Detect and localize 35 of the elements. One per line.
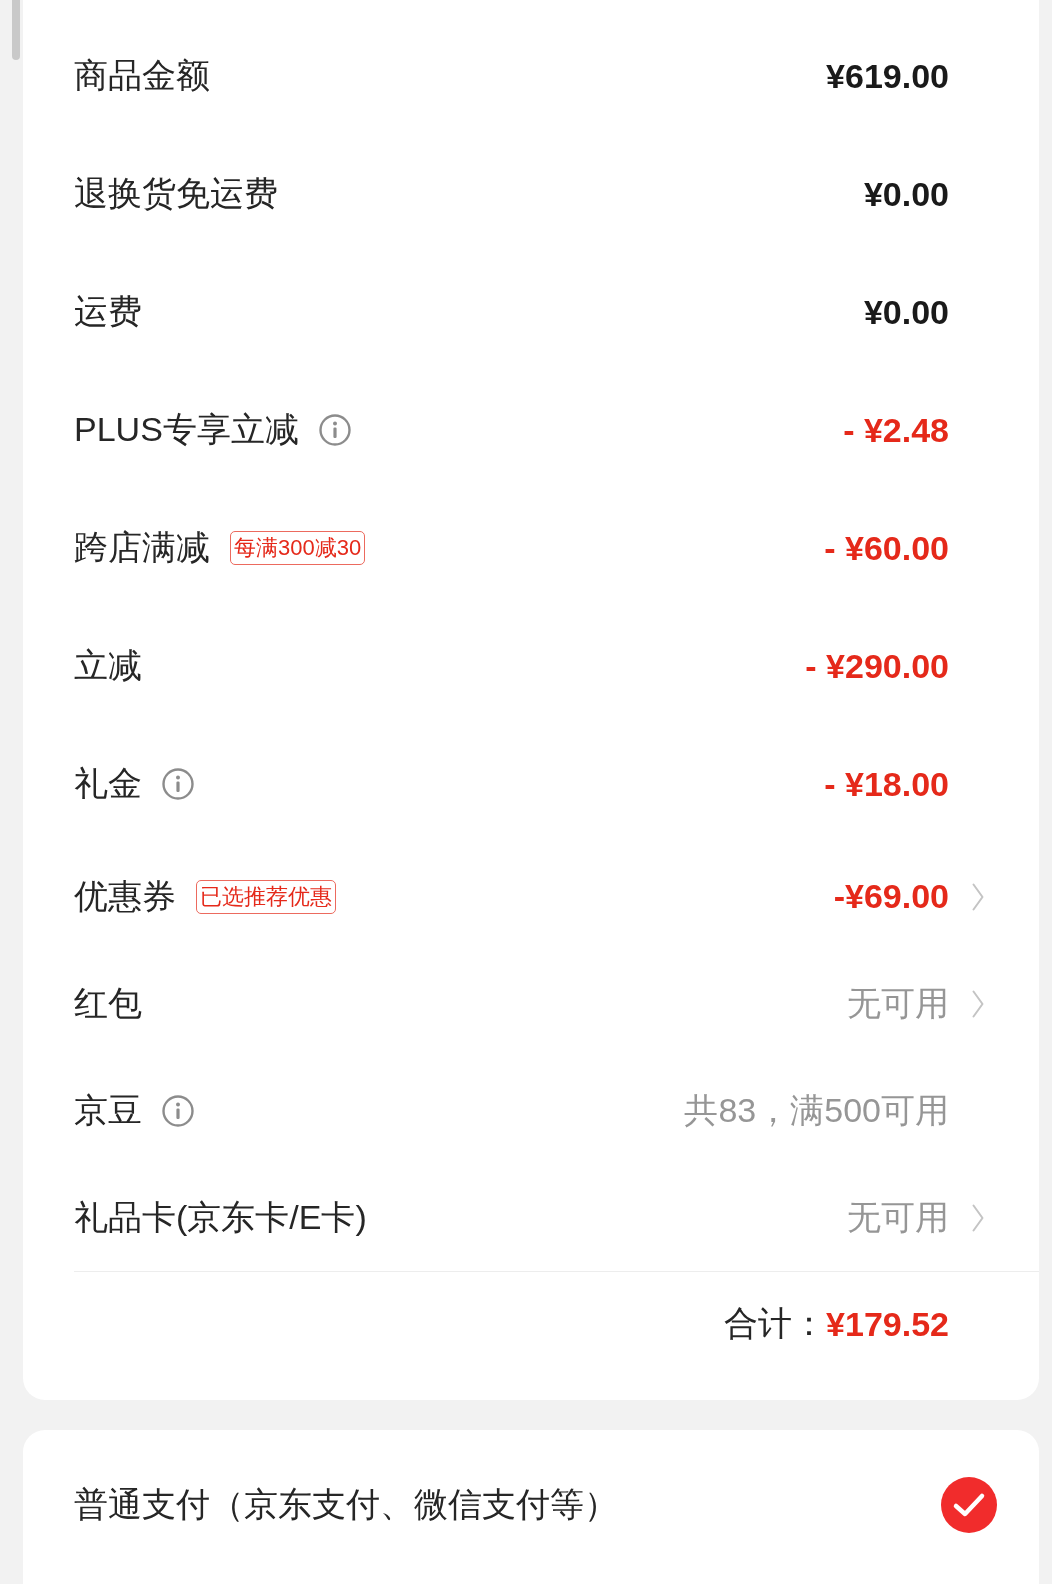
checked-radio-icon[interactable] xyxy=(941,1477,997,1533)
scrollbar-thumb xyxy=(12,0,20,60)
chevron-right-icon[interactable] xyxy=(972,882,984,911)
fee-value: 无可用 xyxy=(847,982,949,1024)
fee-label: 优惠券 xyxy=(74,875,176,917)
fee-value: - ¥2.48 xyxy=(843,410,949,450)
fee-value: - ¥290.00 xyxy=(805,646,949,686)
info-icon[interactable] xyxy=(162,1094,194,1127)
fee-value: ¥0.00 xyxy=(863,174,949,214)
promo-tag: 每满300减30 xyxy=(230,531,366,565)
fee-label: 礼金 xyxy=(74,763,142,804)
chevron-right-icon[interactable] xyxy=(972,1203,984,1232)
fee-label: 礼品卡(京东卡/E卡) xyxy=(74,1196,367,1238)
fee-value: - ¥60.00 xyxy=(824,528,949,568)
fee-label: 京豆 xyxy=(74,1089,142,1131)
fee-label: 退换货免运费 xyxy=(74,173,278,214)
fee-label: PLUS专享立减 xyxy=(74,409,299,450)
fee-value: -¥69.00 xyxy=(833,877,949,916)
fee-value: 共83，满500可用 xyxy=(684,1089,949,1131)
fee-value: ¥0.00 xyxy=(863,292,949,332)
promo-tag: 已选推荐优惠 xyxy=(196,879,336,914)
fee-label: 红包 xyxy=(74,982,142,1024)
info-icon[interactable] xyxy=(318,414,351,446)
info-icon[interactable] xyxy=(162,768,194,800)
fee-value: ¥619.00 xyxy=(826,56,949,96)
fee-label: 立减 xyxy=(74,645,142,686)
total-value: ¥179.52 xyxy=(826,1304,949,1344)
chevron-right-icon[interactable] xyxy=(972,989,984,1018)
fee-label: 商品金额 xyxy=(74,55,210,96)
fee-label: 运费 xyxy=(74,291,142,332)
payment-option-label: 普通支付（京东支付、微信支付等） xyxy=(74,1484,618,1525)
fee-value: 无可用 xyxy=(847,1196,949,1238)
fee-label: 跨店满减 xyxy=(74,527,210,568)
total-label: 合计： xyxy=(724,1303,827,1344)
fee-value: - ¥18.00 xyxy=(824,764,949,804)
